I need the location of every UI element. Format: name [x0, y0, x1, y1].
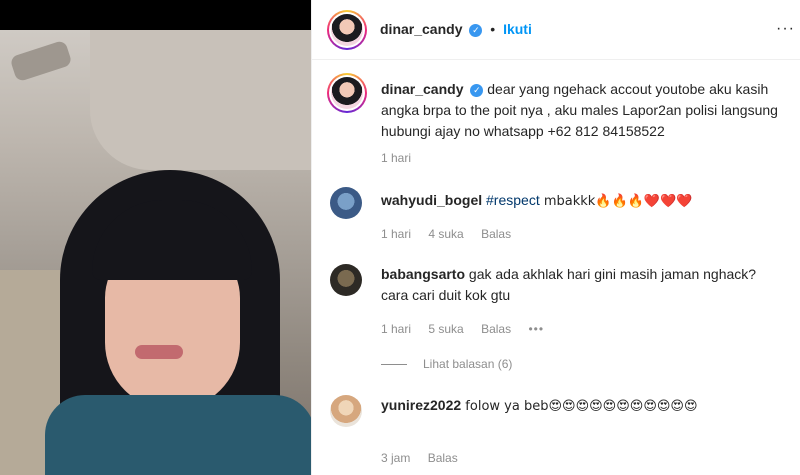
comment-item: yunirez2022 folow ya beb😍😍😍😍😍😍😍😍😍😍😍 3 ja… [330, 395, 790, 475]
comment-time[interactable]: 1 hari [381, 227, 411, 241]
comment-time[interactable]: 3 jam [381, 451, 410, 465]
reply-button[interactable]: Balas [428, 451, 458, 465]
view-replies-button[interactable]: Lihat balasan (6) [381, 357, 512, 371]
photo-lips [135, 345, 183, 359]
follow-button[interactable]: Ikuti [503, 21, 532, 37]
comments-list: dinar_candy ✓ dear yang ngehack accout y… [312, 61, 800, 475]
comment-text: mbakkk🔥🔥🔥❤️❤️❤️ [539, 194, 693, 209]
caption-username[interactable]: dinar_candy [381, 81, 463, 97]
comment-options-icon[interactable]: ••• [528, 322, 544, 336]
view-replies-label: Lihat balasan (6) [423, 357, 513, 371]
comment-item: babangsarto gak ada akhlak hari gini mas… [330, 264, 790, 354]
replies-divider [381, 364, 407, 366]
comment-username[interactable]: wahyudi_bogel [381, 192, 482, 208]
comment-likes[interactable]: 4 suka [428, 227, 463, 241]
comment-body: yunirez2022 folow ya beb😍😍😍😍😍😍😍😍😍😍😍 [381, 395, 786, 417]
comment-avatar[interactable] [330, 395, 362, 427]
caption-time[interactable]: 1 hari [381, 151, 411, 165]
header-separator: • [490, 21, 496, 37]
media-top-bar [0, 0, 311, 30]
comment-avatar[interactable] [330, 264, 362, 296]
post-side-panel: dinar_candy ✓ • Ikuti ··· dinar_candy ✓ … [311, 0, 800, 475]
caption-avatar[interactable] [327, 73, 367, 113]
comment-likes[interactable]: 5 suka [428, 322, 463, 336]
comment-body: babangsarto gak ada akhlak hari gini mas… [381, 264, 786, 306]
comment-meta: 1 hari 5 suka Balas ••• [381, 322, 558, 336]
author-username[interactable]: dinar_candy [380, 21, 462, 37]
comment-hashtag[interactable]: #respect [486, 192, 540, 208]
comment-avatar[interactable] [330, 187, 362, 219]
post-media[interactable] [0, 0, 311, 475]
comment-username[interactable]: yunirez2022 [381, 397, 461, 413]
post-header: dinar_candy ✓ • Ikuti ··· [312, 0, 800, 60]
comment-meta: 3 jam Balas [381, 451, 472, 465]
reply-button[interactable]: Balas [481, 322, 511, 336]
verified-badge-icon: ✓ [470, 83, 484, 97]
comment-body: wahyudi_bogel #respect mbakkk🔥🔥🔥❤️❤️❤️ [381, 190, 786, 212]
photo-car-ceiling [90, 30, 311, 170]
comment-time[interactable]: 1 hari [381, 322, 411, 336]
reply-button[interactable]: Balas [481, 227, 511, 241]
verified-badge-icon: ✓ [469, 23, 483, 37]
comment-text: folow ya beb😍😍😍😍😍😍😍😍😍😍😍 [461, 399, 698, 414]
author-avatar[interactable] [327, 10, 367, 50]
more-options-icon[interactable]: ··· [776, 20, 795, 38]
comment-username[interactable]: babangsarto [381, 266, 465, 282]
comment-meta: 1 hari 4 suka Balas [381, 227, 525, 241]
photo-shirt [45, 395, 311, 475]
comment-item: wahyudi_bogel #respect mbakkk🔥🔥🔥❤️❤️❤️ 1… [330, 187, 790, 247]
caption-item: dinar_candy ✓ dear yang ngehack accout y… [327, 71, 790, 171]
caption-meta: 1 hari [381, 151, 425, 165]
caption-body: dinar_candy ✓ dear yang ngehack accout y… [381, 79, 786, 142]
